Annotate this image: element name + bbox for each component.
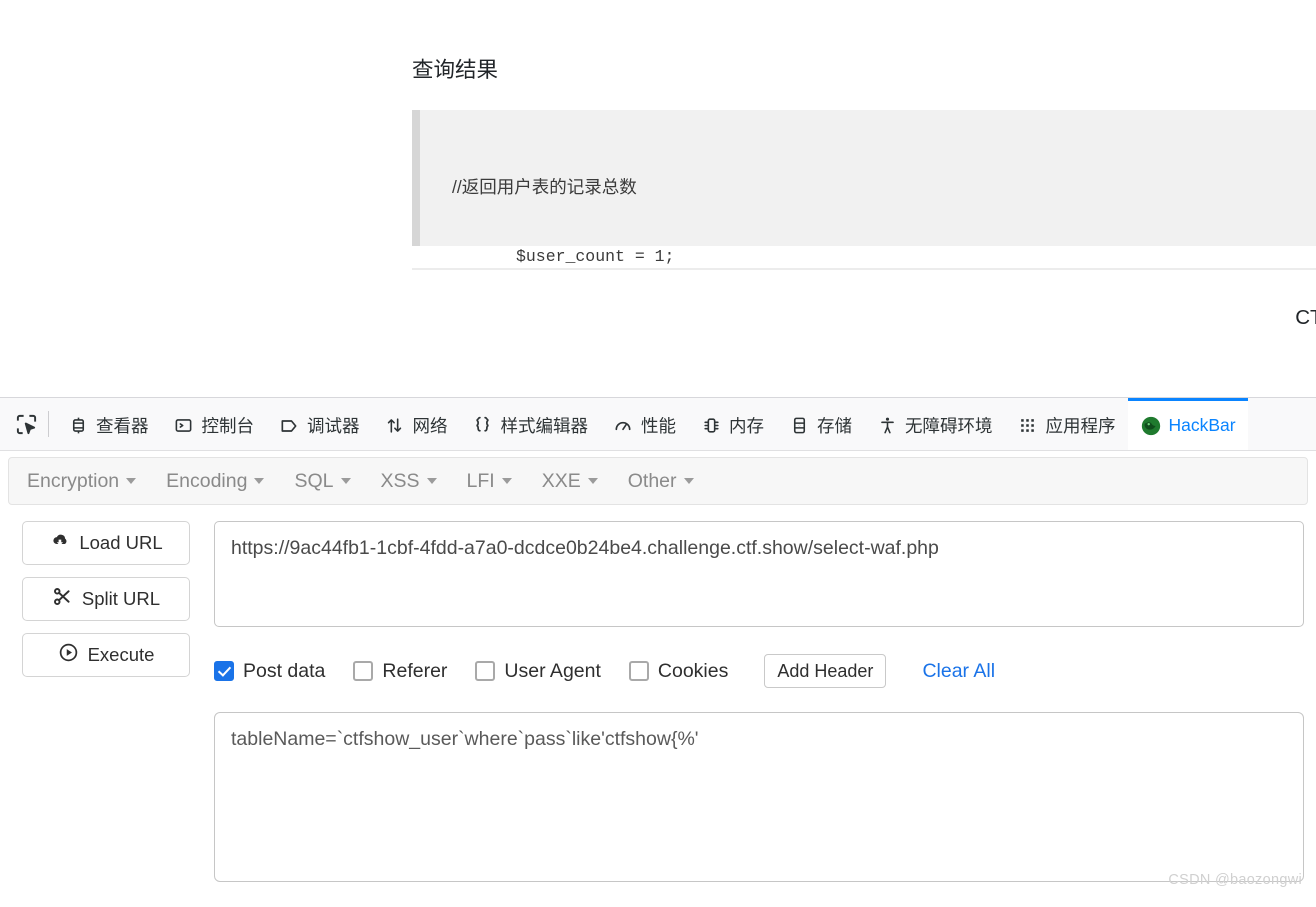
menu-label: Encoding	[166, 470, 247, 493]
page-footer: CTFshow出品 © 2020 c	[412, 300, 1316, 330]
tab-label: 内存	[729, 413, 764, 438]
chevron-down-icon	[254, 478, 264, 484]
cloud-download-icon	[49, 530, 70, 556]
chevron-down-icon	[341, 478, 351, 484]
hackbar-action-buttons: Load URL Split URL	[22, 521, 190, 887]
tab-label: 无障碍环境	[905, 413, 993, 438]
network-icon	[384, 415, 406, 437]
tab-debugger[interactable]: 调试器	[266, 398, 372, 450]
storage-icon	[788, 415, 810, 437]
tab-label: 网络	[413, 413, 448, 438]
scissors-icon	[52, 586, 73, 612]
menu-label: LFI	[467, 470, 495, 493]
tab-application[interactable]: 应用程序	[1005, 398, 1128, 450]
hackbar-fields: Post data Referer User Agent Cookies Add…	[190, 521, 1316, 887]
menu-label: Other	[628, 470, 677, 493]
hackbar-icon	[1140, 415, 1162, 437]
menu-label: Encryption	[27, 470, 119, 493]
option-post-data[interactable]: Post data	[214, 660, 325, 683]
menu-encoding[interactable]: Encoding	[166, 470, 264, 493]
option-label: Referer	[382, 660, 447, 683]
url-input[interactable]	[214, 521, 1304, 627]
hackbar-menubar: Encryption Encoding SQL XSS LFI XXE Othe…	[8, 457, 1308, 505]
option-user-agent[interactable]: User Agent	[475, 660, 600, 683]
menu-lfi[interactable]: LFI	[467, 470, 512, 493]
chevron-down-icon	[502, 478, 512, 484]
menu-sql[interactable]: SQL	[294, 470, 350, 493]
split-url-button[interactable]: Split URL	[22, 577, 190, 621]
tab-label: HackBar	[1169, 415, 1236, 436]
tab-performance[interactable]: 性能	[600, 398, 688, 450]
tab-storage[interactable]: 存储	[776, 398, 864, 450]
tab-label: 性能	[641, 413, 676, 438]
tab-network[interactable]: 网络	[372, 398, 460, 450]
code-comment-line: //返回用户表的记录总数	[452, 172, 1316, 202]
chevron-down-icon	[427, 478, 437, 484]
style-editor-icon	[472, 415, 494, 437]
execute-button[interactable]: Execute	[22, 633, 190, 677]
menu-label: XSS	[381, 470, 420, 493]
tab-memory[interactable]: 内存	[688, 398, 776, 450]
option-label: User Agent	[504, 660, 600, 683]
console-icon	[173, 415, 195, 437]
menu-label: SQL	[294, 470, 333, 493]
tab-style-editor[interactable]: 样式编辑器	[460, 398, 601, 450]
inspector-icon	[67, 415, 89, 437]
chevron-down-icon	[588, 478, 598, 484]
hackbar-body: Load URL Split URL	[0, 505, 1316, 887]
menu-encryption[interactable]: Encryption	[27, 470, 136, 493]
chevron-down-icon	[126, 478, 136, 484]
menu-xxe[interactable]: XXE	[542, 470, 598, 493]
play-circle-icon	[58, 642, 79, 668]
application-icon	[1017, 415, 1039, 437]
user-agent-checkbox[interactable]	[475, 661, 495, 681]
option-label: Post data	[243, 660, 325, 683]
button-label: Split URL	[82, 588, 160, 610]
element-picker-icon[interactable]	[4, 398, 48, 450]
button-label: Execute	[88, 644, 155, 666]
option-label: Cookies	[658, 660, 728, 683]
cookies-checkbox[interactable]	[629, 661, 649, 681]
memory-icon	[700, 415, 722, 437]
button-label: Load URL	[79, 532, 162, 554]
tab-label: 查看器	[96, 413, 149, 438]
menu-xss[interactable]: XSS	[381, 470, 437, 493]
add-header-button[interactable]: Add Header	[764, 654, 886, 688]
option-referer[interactable]: Referer	[353, 660, 447, 683]
devtools-panel: 查看器 控制台 调试器	[0, 397, 1316, 907]
web-page-content: 查询结果 //返回用户表的记录总数 $user_count = 1; CTFsh…	[0, 0, 1316, 397]
load-url-button[interactable]: Load URL	[22, 521, 190, 565]
hackbar-options-row: Post data Referer User Agent Cookies Add…	[214, 654, 1316, 688]
clear-all-link[interactable]: Clear All	[922, 660, 995, 683]
menu-other[interactable]: Other	[628, 470, 694, 493]
tab-label: 控制台	[202, 413, 255, 438]
tab-hackbar[interactable]: HackBar	[1128, 398, 1248, 450]
debugger-icon	[278, 415, 300, 437]
tab-console[interactable]: 控制台	[161, 398, 267, 450]
tab-label: 调试器	[307, 413, 360, 438]
option-cookies[interactable]: Cookies	[629, 660, 728, 683]
referer-checkbox[interactable]	[353, 661, 373, 681]
tab-accessibility[interactable]: 无障碍环境	[864, 398, 1005, 450]
post-data-textarea[interactable]	[214, 712, 1304, 882]
toolbar-separator	[48, 411, 49, 437]
tab-label: 存储	[817, 413, 852, 438]
accessibility-icon	[876, 415, 898, 437]
chevron-down-icon	[684, 478, 694, 484]
tab-label: 应用程序	[1046, 413, 1116, 438]
tab-inspector[interactable]: 查看器	[55, 398, 161, 450]
page-title: 查询结果	[412, 58, 1316, 84]
tab-label: 样式编辑器	[501, 413, 589, 438]
watermark: CSDN @baozongwi	[1168, 872, 1302, 888]
post-data-checkbox[interactable]	[214, 661, 234, 681]
page-container: 查询结果 //返回用户表的记录总数 $user_count = 1; CTFsh…	[412, 0, 1316, 330]
devtools-tabbar: 查看器 控制台 调试器	[0, 398, 1316, 451]
menu-label: XXE	[542, 470, 581, 493]
performance-icon	[612, 415, 634, 437]
query-result-code-block: //返回用户表的记录总数 $user_count = 1;	[412, 110, 1316, 246]
